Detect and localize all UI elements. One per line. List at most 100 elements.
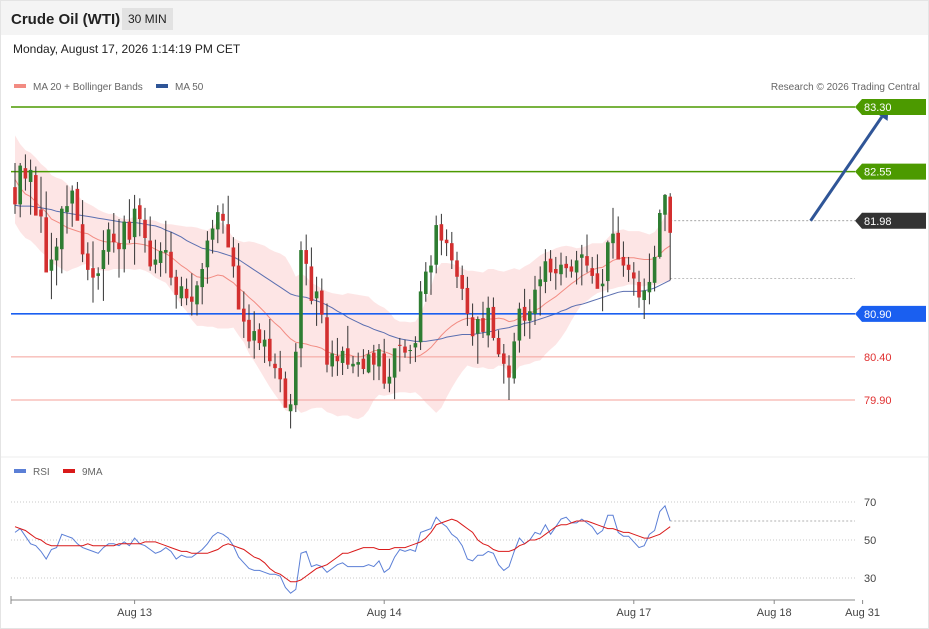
candle-body <box>106 229 111 252</box>
candle-body <box>65 206 69 213</box>
candle-body <box>507 365 511 378</box>
candle-body <box>491 306 496 338</box>
candle-body <box>132 208 137 238</box>
candle-body <box>34 175 38 216</box>
legend-label-9ma: 9MA <box>82 467 103 478</box>
candle-body <box>418 291 423 343</box>
candle-body <box>320 290 324 315</box>
candle-body <box>117 243 121 250</box>
candle-body <box>221 213 225 221</box>
candle-body <box>28 169 33 182</box>
x-tick-label: Aug 14 <box>367 607 402 619</box>
candle-body <box>533 289 537 314</box>
chart-canvas: MA 20 + Bollinger Bands MA 50 Research ©… <box>1 82 928 619</box>
candle-body <box>611 233 615 244</box>
candle-body <box>179 286 184 299</box>
x-tick-label: Aug 18 <box>757 607 792 619</box>
candle-body <box>210 228 215 240</box>
candle-body <box>91 268 95 278</box>
candle-body <box>632 272 636 279</box>
x-tick-label: Aug 17 <box>616 607 651 619</box>
candle-body <box>23 168 28 179</box>
level-label-support: 80.40 <box>864 352 892 364</box>
candle-body <box>580 254 584 258</box>
candle-body <box>216 212 220 230</box>
candle-body <box>548 258 553 273</box>
candle-body <box>502 353 506 364</box>
candle-body <box>626 264 631 270</box>
candle-body <box>361 358 366 369</box>
candle-body <box>429 265 433 273</box>
candle-body <box>637 281 641 298</box>
legend-label-rsi: RSI <box>33 467 50 478</box>
candle-body <box>663 194 667 215</box>
candle-body <box>658 212 662 257</box>
candle-body <box>346 348 350 365</box>
candle-body <box>564 263 568 269</box>
candle-body <box>13 187 17 205</box>
legend-label-ma20: MA 20 + Bollinger Bands <box>33 82 143 93</box>
candle-body <box>424 271 428 295</box>
candle-body <box>325 317 329 365</box>
candle-body <box>512 341 516 379</box>
candle-body <box>294 351 298 406</box>
candle-body <box>543 261 548 282</box>
candle-body <box>377 349 381 367</box>
candle-body <box>283 378 288 408</box>
candle-body <box>138 205 142 220</box>
candle-body <box>164 250 168 253</box>
x-tick-label: Aug 13 <box>117 607 152 619</box>
x-tick-label: Aug 31 <box>845 607 880 619</box>
candle-body <box>127 221 132 240</box>
rsi-series-9ma <box>14 518 671 583</box>
candle-body <box>403 346 407 353</box>
candle-body <box>382 353 386 384</box>
candle-body <box>559 264 563 275</box>
candle-body <box>606 242 610 282</box>
candle-body <box>444 239 449 244</box>
rsi-panel: 70 50 30 <box>11 497 876 594</box>
candle-body <box>486 307 490 336</box>
level-label-resistance: 82.55 <box>864 167 892 179</box>
candle-body <box>574 260 579 273</box>
candle-body <box>481 318 485 332</box>
legend-swatch-rsi <box>14 469 26 473</box>
legend-swatch-ma20 <box>14 84 26 88</box>
candle-body <box>158 250 163 263</box>
level-label-pivot: 80.90 <box>864 309 892 321</box>
candle-body <box>439 224 444 241</box>
bollinger-band-area <box>15 135 671 419</box>
candle-body <box>408 350 412 352</box>
candle-body <box>496 337 501 355</box>
candle-body <box>356 362 360 365</box>
candle-body <box>122 221 126 250</box>
candle-body <box>351 363 355 367</box>
candle-body <box>455 260 459 277</box>
candle-body <box>330 353 334 367</box>
candle-body <box>450 243 454 261</box>
rsi-legend: RSI 9MA <box>14 467 103 478</box>
legend-swatch-ma50 <box>156 84 168 88</box>
rsi-tick-label: 50 <box>864 535 876 547</box>
candle-body <box>642 290 646 301</box>
candle-body <box>247 319 251 342</box>
candle-body <box>434 225 438 265</box>
candle-body <box>569 266 574 272</box>
candle-body <box>70 190 74 204</box>
candle-body <box>190 296 194 302</box>
candle-body <box>86 253 90 270</box>
candle-body <box>288 404 293 412</box>
candle-body <box>231 247 236 267</box>
candle-body <box>465 287 470 314</box>
candle-body <box>335 356 340 362</box>
copyright-text: Research © 2026 Trading Central <box>771 82 920 93</box>
candle-body <box>44 217 48 273</box>
candle-body <box>366 354 371 373</box>
rsi-series-rsi <box>14 504 671 594</box>
candle-body <box>340 350 345 363</box>
candle-body <box>101 250 106 270</box>
candle-body <box>476 318 480 334</box>
candle-body <box>18 165 22 205</box>
candle-body <box>262 339 267 347</box>
rsi-tick-label: 30 <box>864 573 876 585</box>
